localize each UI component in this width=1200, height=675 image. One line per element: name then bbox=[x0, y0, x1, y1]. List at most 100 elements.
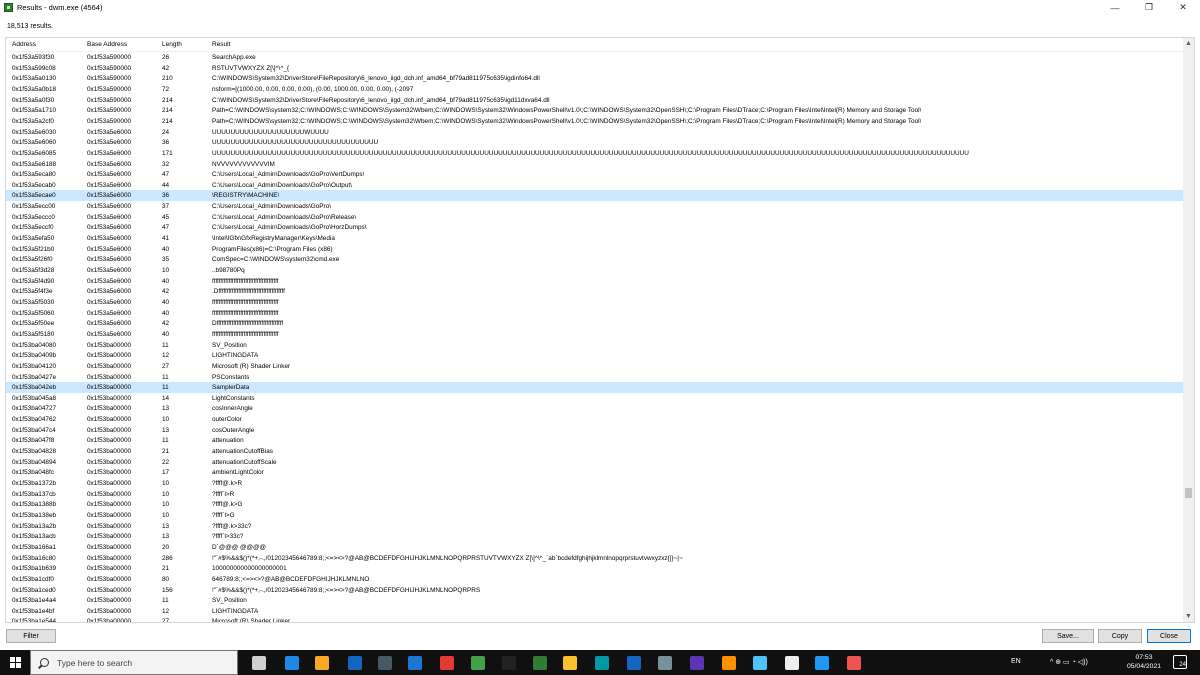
table-row[interactable]: 0x1f53ba04894 0x1f53ba00000 22 attenuationC… bbox=[6, 457, 1184, 468]
start-button[interactable] bbox=[0, 650, 30, 675]
table-row[interactable]: 0x1f53ba1e4a4 0x1f53ba00000 11 SV_Position bbox=[6, 595, 1184, 606]
table-row[interactable]: 0x1f53ba0409b 0x1f53ba00000 12 LIGHTINGDATA bbox=[6, 350, 1184, 361]
table-row[interactable]: 0x1f53ba137cb 0x1f53ba00000 10 ?ffff`l>R bbox=[6, 489, 1184, 500]
excel-icon[interactable] bbox=[533, 656, 547, 670]
table-row[interactable]: 0x1f53ba04727 0x1f53ba00000 13 cosInnerAngl… bbox=[6, 403, 1184, 414]
search-app-icon[interactable] bbox=[722, 656, 736, 670]
scroll-down-icon[interactable]: ▼ bbox=[1183, 611, 1194, 622]
table-row[interactable]: 0x1f53a5ecab0 0x1f53a5e6000 44 C:\Users\Loc… bbox=[6, 180, 1184, 191]
table-row[interactable]: 0x1f53a5a1710 0x1f53a590000 214 Path=C:\WIN… bbox=[6, 105, 1184, 116]
table-row[interactable]: 0x1f53ba04828 0x1f53ba00000 21 attenuationC… bbox=[6, 446, 1184, 457]
table-row[interactable]: 0x1f53ba04762 0x1f53ba00000 10 outerColor bbox=[6, 414, 1184, 425]
column-header-base-address[interactable]: Base Address bbox=[87, 41, 127, 48]
table-row[interactable]: 0x1f53ba1ced0 0x1f53ba00000 156 !"`#$%&&$()… bbox=[6, 585, 1184, 596]
table-row[interactable]: 0x1f53ba16c80 0x1f53ba00000 286 !"`#$%&&$()… bbox=[6, 553, 1184, 564]
table-row[interactable]: 0x1f53a5a0130 0x1f53a590000 210 C:\WINDOWS\… bbox=[6, 73, 1184, 84]
paint-icon[interactable] bbox=[815, 656, 829, 670]
table-row[interactable]: 0x1f53ba0427e 0x1f53ba00000 11 PSConstants bbox=[6, 372, 1184, 383]
row-result: \Intel\IGfx\GfxRegistryManager\Keys\Medi… bbox=[212, 235, 335, 243]
table-row[interactable]: 0x1f53a5f3d28 0x1f53a5e6000 10 ..b98780Pq bbox=[6, 265, 1184, 276]
table-row[interactable]: 0x1f53a5eccc0 0x1f53a5e6000 45 C:\Users\Loc… bbox=[6, 212, 1184, 223]
column-header-length[interactable]: Length bbox=[162, 41, 182, 48]
close-button[interactable]: Close bbox=[1147, 629, 1191, 643]
table-row[interactable]: 0x1f53ba13acb 0x1f53ba00000 13 ?ffff`l>33c? bbox=[6, 531, 1184, 542]
table-row[interactable]: 0x1f53a5ecc00 0x1f53a5e6000 37 C:\Users\Loc… bbox=[6, 201, 1184, 212]
save-button[interactable]: Save... bbox=[1042, 629, 1094, 643]
table-row[interactable]: 0x1f53a593f30 0x1f53a590000 26 SearchApp.ex… bbox=[6, 52, 1184, 63]
column-header-address[interactable]: Address bbox=[12, 41, 36, 48]
table-row[interactable]: 0x1f53ba138eb 0x1f53ba00000 10 ?ffff`l>G bbox=[6, 510, 1184, 521]
table-row[interactable]: 0x1f53ba042eb 0x1f53ba00000 11 SamplerData bbox=[6, 382, 1184, 393]
table-row[interactable]: 0x1f53ba047f8 0x1f53ba00000 11 attenuation bbox=[6, 435, 1184, 446]
table-row[interactable]: 0x1f53ba1388b 0x1f53ba00000 10 ?ffff@.k>G bbox=[6, 499, 1184, 510]
snipping-icon[interactable] bbox=[847, 656, 861, 670]
table-row[interactable]: 0x1f53ba1e544 0x1f53ba00000 27 Microsoft (R… bbox=[6, 616, 1184, 622]
table-row[interactable]: 0x1f53ba13a2b 0x1f53ba00000 13 ?ffff@.k>33c… bbox=[6, 521, 1184, 532]
word-icon[interactable] bbox=[627, 656, 641, 670]
table-row[interactable]: 0x1f53a5f4d90 0x1f53a5e6000 40 ffffffffffff… bbox=[6, 276, 1184, 287]
file-explorer-icon[interactable] bbox=[315, 656, 329, 670]
table-row[interactable]: 0x1f53a5ecae0 0x1f53a5e6000 36 \REGISTRY\MA… bbox=[6, 190, 1184, 202]
table-row[interactable]: 0x1f53ba048fc 0x1f53ba00000 17 ambientLight… bbox=[6, 467, 1184, 478]
table-row[interactable]: 0x1f53a5e6060 0x1f53a5e6000 36 UUUUUUUUUUUU… bbox=[6, 137, 1184, 148]
table-row[interactable]: 0x1f53a5a0b18 0x1f53a590000 72 nsform=[(100… bbox=[6, 84, 1184, 95]
clock[interactable]: 07:53 05/04/2021 bbox=[1122, 653, 1166, 671]
table-row[interactable]: 0x1f53ba1b639 0x1f53ba00000 21 100000000000… bbox=[6, 563, 1184, 574]
table-row[interactable]: 0x1f53a5eca80 0x1f53a5e6000 47 C:\Users\Loc… bbox=[6, 169, 1184, 180]
filter-button[interactable]: Filter bbox=[6, 629, 56, 643]
table-row[interactable]: 0x1f53ba04120 0x1f53ba00000 27 Microsoft (R… bbox=[6, 361, 1184, 372]
chrome-icon[interactable] bbox=[563, 656, 577, 670]
terminal-icon[interactable] bbox=[378, 656, 392, 670]
table-row[interactable]: 0x1f53ba166a1 0x1f53ba00000 20 D`@@@ @@@@ bbox=[6, 542, 1184, 553]
scrollbar-thumb[interactable] bbox=[1185, 488, 1192, 498]
table-row[interactable]: 0x1f53a5a2cf0 0x1f53a590000 214 Path=C:\WIN… bbox=[6, 116, 1184, 127]
row-address: 0x1f53a593f30 bbox=[12, 54, 55, 61]
7zip-icon[interactable] bbox=[785, 656, 799, 670]
table-row[interactable]: 0x1f53ba045a8 0x1f53ba00000 14 LightConstan… bbox=[6, 393, 1184, 404]
table-row[interactable]: 0x1f53ba1372b 0x1f53ba00000 10 ?ffff@.k>R bbox=[6, 478, 1184, 489]
maximize-button[interactable]: ❐ bbox=[1132, 0, 1166, 15]
results-list[interactable]: Address Base Address Length Result 0x1f5… bbox=[5, 37, 1195, 623]
table-row[interactable]: 0x1f53a5efa50 0x1f53a5e6000 41 \Intel\IGfx\… bbox=[6, 233, 1184, 244]
table-row[interactable]: 0x1f53ba047c4 0x1f53ba00000 13 cosOuterAngl… bbox=[6, 425, 1184, 436]
scroll-up-icon[interactable]: ▲ bbox=[1183, 38, 1194, 49]
table-row[interactable]: 0x1f53a5f5180 0x1f53a5e6000 40 ffffffffffff… bbox=[6, 329, 1184, 340]
taskbar-search-box[interactable]: Type here to search bbox=[30, 650, 238, 675]
copy-button[interactable]: Copy bbox=[1098, 629, 1142, 643]
powershell-icon[interactable] bbox=[408, 656, 422, 670]
tray-icons[interactable]: ^ ⊕ ▭ ◔ ◁)) bbox=[1050, 658, 1088, 666]
language-indicator[interactable]: EN bbox=[1011, 658, 1021, 665]
table-row[interactable]: 0x1f53a5f21b0 0x1f53a5e6000 40 ProgramFiles… bbox=[6, 244, 1184, 255]
table-row[interactable]: 0x1f53a5eccf0 0x1f53a5e6000 47 C:\Users\Loc… bbox=[6, 222, 1184, 233]
mail-icon[interactable] bbox=[348, 656, 362, 670]
table-row[interactable]: 0x1f53ba1e4bf 0x1f53ba00000 12 LIGHTINGDATA bbox=[6, 606, 1184, 617]
table-row[interactable]: 0x1f53a5f26f0 0x1f53a5e6000 35 ComSpec=C:\W… bbox=[6, 254, 1184, 265]
photos-icon[interactable] bbox=[595, 656, 609, 670]
table-row[interactable]: 0x1f53a599c08 0x1f53a590000 42 RSTUVTVWXYZX… bbox=[6, 63, 1184, 74]
notepad-icon[interactable] bbox=[753, 656, 767, 670]
app-icon[interactable] bbox=[471, 656, 485, 670]
close-window-button[interactable]: ✕ bbox=[1166, 0, 1200, 15]
table-row[interactable]: 0x1f53a5f5060 0x1f53a5e6000 40 ffffffffffff… bbox=[6, 308, 1184, 319]
edge-icon[interactable] bbox=[285, 656, 299, 670]
vertical-scrollbar[interactable]: ▲ ▼ bbox=[1183, 38, 1194, 622]
notification-icon[interactable]: 24 bbox=[1173, 655, 1187, 669]
row-length: 10 bbox=[162, 501, 170, 509]
table-row[interactable]: 0x1f53a5f50ee 0x1f53a5e6000 42 Dfffffffffff… bbox=[6, 318, 1184, 329]
minimize-button[interactable]: — bbox=[1098, 0, 1132, 15]
command-prompt-icon[interactable] bbox=[502, 656, 516, 670]
media-icon[interactable] bbox=[440, 656, 454, 670]
table-row[interactable]: 0x1f53a5e6188 0x1f53a5e6000 32 NVVVVVVVVVVV… bbox=[6, 159, 1184, 170]
table-row[interactable]: 0x1f53a5e6085 0x1f53a5e6000 171 UUUUUUUUUUU… bbox=[6, 148, 1184, 159]
table-row[interactable]: 0x1f53a5a0f30 0x1f53a590000 214 C:\WINDOWS\… bbox=[6, 95, 1184, 106]
task-view-icon[interactable] bbox=[252, 656, 266, 670]
table-row[interactable]: 0x1f53a5f4f3e 0x1f53a5e6000 42 .Dffffffffff… bbox=[6, 286, 1184, 297]
row-length: 32 bbox=[162, 160, 170, 168]
visual-studio-icon[interactable] bbox=[690, 656, 704, 670]
table-row[interactable]: 0x1f53a5e6030 0x1f53a5e6000 24 UUUUUUUUUUUU… bbox=[6, 127, 1184, 138]
system-informer-icon[interactable] bbox=[658, 656, 672, 670]
table-row[interactable]: 0x1f53ba04080 0x1f53ba00000 11 SV_Position bbox=[6, 340, 1184, 351]
table-row[interactable]: 0x1f53ba1cdf0 0x1f53ba00000 80 646789:8;;<=… bbox=[6, 574, 1184, 585]
table-row[interactable]: 0x1f53a5f5030 0x1f53a5e6000 40 ffffffffffff… bbox=[6, 297, 1184, 308]
column-header-result[interactable]: Result bbox=[212, 41, 230, 48]
